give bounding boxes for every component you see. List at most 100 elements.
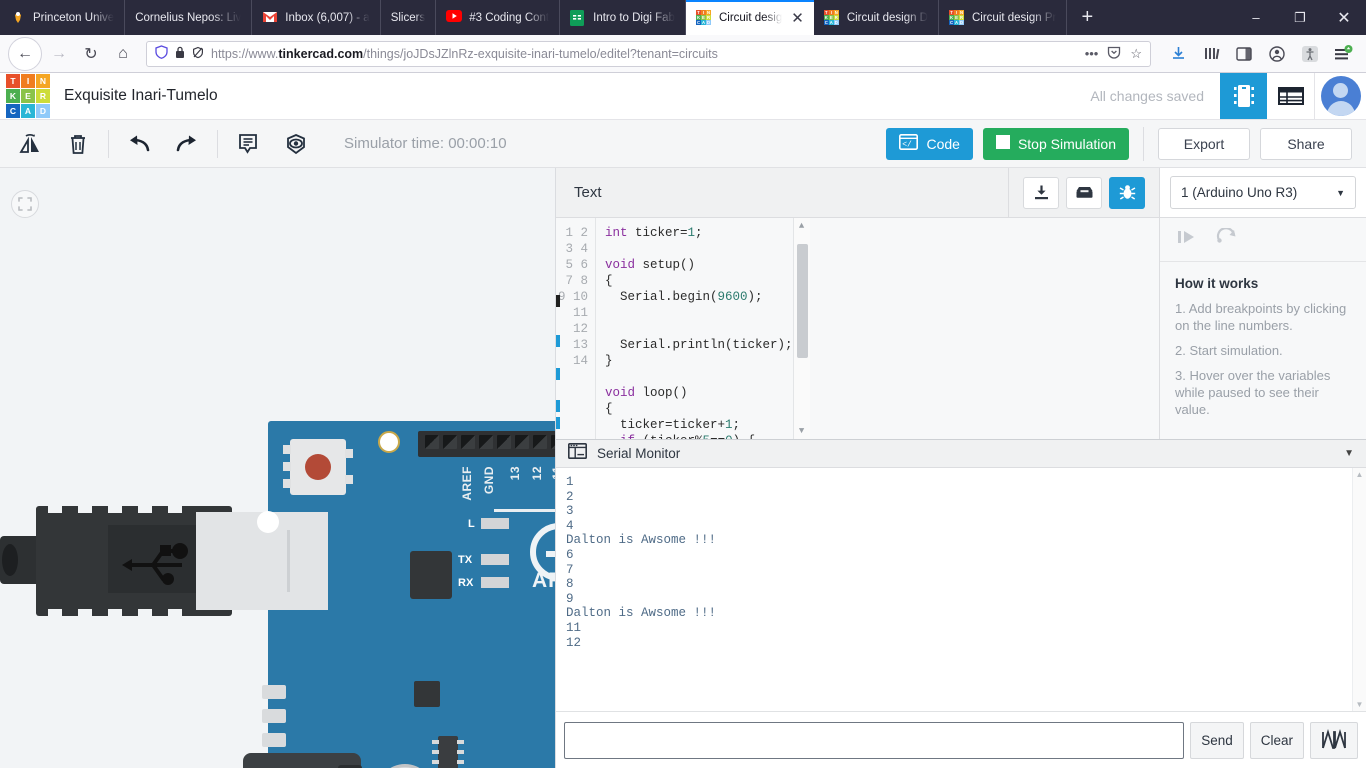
share-button[interactable]: Share: [1260, 127, 1352, 160]
edge-pad: [262, 709, 286, 723]
step-over-icon[interactable]: [1176, 228, 1198, 251]
how-it-works-step: 3. Hover over the variables while paused…: [1175, 368, 1331, 417]
browser-tab-bar: Princeton Unive Cornelius Nepos: Liv Inb…: [0, 0, 1366, 35]
svg-text:</: </: [903, 141, 913, 150]
board-selector[interactable]: 1 (Arduino Uno R3) ▼: [1170, 176, 1356, 209]
download-icon[interactable]: [1023, 176, 1059, 209]
visibility-icon[interactable]: [272, 124, 320, 164]
reload-button[interactable]: ↻: [76, 39, 106, 69]
notes-icon[interactable]: [224, 124, 272, 164]
page-actions-icon[interactable]: •••: [1085, 46, 1099, 61]
chevron-down-icon[interactable]: ▼: [1344, 448, 1354, 459]
tab-label: Cornelius Nepos: Liv: [135, 11, 242, 24]
silkscreen-text: ARD: [532, 569, 555, 592]
stop-icon: [995, 135, 1010, 152]
url-bar[interactable]: https://www.tinkercad.com/things/joJDsJZ…: [146, 40, 1151, 67]
delete-icon[interactable]: [54, 124, 102, 164]
back-button[interactable]: ←: [8, 36, 42, 71]
send-button[interactable]: Send: [1190, 721, 1244, 759]
menu-icon[interactable]: [1328, 39, 1358, 69]
arduino-uno-board[interactable]: AREF GND 13 12 ~11 L TX RX ARD SPK16.000…: [0, 421, 555, 768]
mounting-hole: [257, 511, 279, 533]
new-tab-button[interactable]: +: [1067, 0, 1107, 35]
pin-label-gnd: GND: [482, 466, 496, 495]
code-button[interactable]: </ Code: [886, 127, 973, 160]
close-icon[interactable]: ✕: [791, 9, 804, 27]
account-icon[interactable]: [1262, 39, 1292, 69]
browser-tab-active[interactable]: TINKERCAD Circuit desig ✕: [685, 0, 814, 35]
browser-tab[interactable]: TINKERCAD Circuit design D: [814, 0, 939, 35]
code-button-label: Code: [926, 135, 960, 152]
browser-toolbar-right: [1163, 39, 1358, 69]
board-selector-label: 1 (Arduino Uno R3): [1181, 185, 1298, 200]
close-window-button[interactable]: ✕: [1322, 0, 1366, 35]
continue-icon[interactable]: [1216, 227, 1238, 251]
serial-monitor-output[interactable]: 1 2 3 4 Dalton is Awsome !!! 6 7 8 9 Dal…: [556, 468, 1366, 711]
serial-monitor-header[interactable]: Serial Monitor ▼: [556, 439, 1366, 468]
library-icon[interactable]: [1196, 39, 1226, 69]
scroll-thumb[interactable]: [796, 244, 808, 358]
home-button[interactable]: ⌂: [108, 39, 138, 69]
forward-button[interactable]: →: [44, 39, 74, 69]
browser-tab[interactable]: Inbox (6,007) - a: [252, 0, 381, 35]
shield-icon[interactable]: [155, 45, 168, 62]
signal-graph-icon[interactable]: [1310, 721, 1358, 759]
maximize-button[interactable]: ❐: [1278, 0, 1322, 35]
browser-tab[interactable]: Slicers: [381, 0, 437, 35]
chevron-down-icon: ▼: [1336, 187, 1345, 198]
fit-to-view-icon[interactable]: [11, 190, 39, 218]
scroll-down-icon[interactable]: ▼: [1356, 700, 1364, 709]
pocket-icon[interactable]: [1107, 45, 1121, 62]
usb-cable-plug[interactable]: [0, 504, 328, 618]
redo-icon[interactable]: [163, 124, 211, 164]
library-icon[interactable]: [1066, 176, 1102, 209]
scroll-up-icon[interactable]: ▲: [799, 221, 804, 231]
rotate-icon[interactable]: [6, 124, 54, 164]
code-text[interactable]: int ticker=1; void setup() { Serial.begi…: [596, 218, 793, 439]
browser-tab[interactable]: Princeton Unive: [0, 0, 126, 35]
page-title[interactable]: Exquisite Inari-Tumelo: [64, 87, 218, 105]
tracker-blocked-icon[interactable]: [192, 46, 204, 62]
browser-tab[interactable]: Cornelius Nepos: Liv: [125, 0, 253, 35]
tinkercad-logo[interactable]: T I N K E R C A D: [0, 74, 50, 118]
scroll-down-icon[interactable]: ▼: [799, 426, 804, 436]
scroll-up-icon[interactable]: ▲: [1356, 470, 1364, 479]
serial-scrollbar[interactable]: ▲ ▼: [1352, 468, 1366, 711]
code-scrollbar[interactable]: ▲ ▼: [792, 218, 810, 439]
line-number-gutter[interactable]: 1 2 3 4 5 6 7 8 9 10 11 12 13 14: [556, 218, 596, 439]
tab-label: #3 Coding Cont: [469, 11, 550, 24]
downloads-icon[interactable]: [1163, 39, 1193, 69]
code-mode-label[interactable]: Text: [556, 184, 602, 201]
edge-pad: [262, 733, 286, 747]
serial-input[interactable]: [564, 721, 1185, 759]
minimize-button[interactable]: –: [1234, 0, 1278, 35]
debug-icon[interactable]: [1109, 176, 1145, 209]
undo-icon[interactable]: [115, 124, 163, 164]
clear-button[interactable]: Clear: [1249, 721, 1304, 759]
components-panel-icon[interactable]: [1220, 73, 1267, 119]
browser-tab[interactable]: TINKERCAD Circuit design Pr: [939, 0, 1068, 35]
mounting-hole: [378, 431, 400, 453]
code-editor[interactable]: 1 2 3 4 5 6 7 8 9 10 11 12 13 14 int tic…: [556, 218, 1159, 439]
circuit-canvas[interactable]: AREF GND 13 12 ~11 L TX RX ARD SPK16.000…: [0, 168, 556, 768]
code-panel-header: Text: [556, 167, 1159, 218]
power-jack[interactable]: [243, 753, 362, 768]
breakpoint-gutter[interactable]: [556, 218, 560, 439]
url-domain: tinkercad.com: [278, 46, 364, 61]
small-ic: [432, 736, 464, 768]
browser-tab[interactable]: #3 Coding Cont: [436, 0, 561, 35]
url-prefix: https://www.: [211, 46, 279, 61]
led-tx: [481, 554, 509, 565]
table-view-icon[interactable]: [1267, 73, 1314, 119]
sidebar-icon[interactable]: [1229, 39, 1259, 69]
reset-button[interactable]: [283, 439, 353, 495]
bookmark-star-icon[interactable]: ☆: [1130, 46, 1142, 62]
how-it-works-title: How it works: [1175, 276, 1259, 291]
stop-simulation-button[interactable]: Stop Simulation: [982, 127, 1129, 160]
url-text[interactable]: https://www.tinkercad.com/things/joJDsJZ…: [211, 47, 1078, 61]
accessibility-icon[interactable]: [1295, 39, 1325, 69]
browser-tab[interactable]: Intro to Digi Fab: [560, 0, 686, 35]
export-button[interactable]: Export: [1158, 127, 1250, 160]
avatar[interactable]: [1314, 73, 1366, 119]
logo-letter: T: [6, 74, 20, 88]
